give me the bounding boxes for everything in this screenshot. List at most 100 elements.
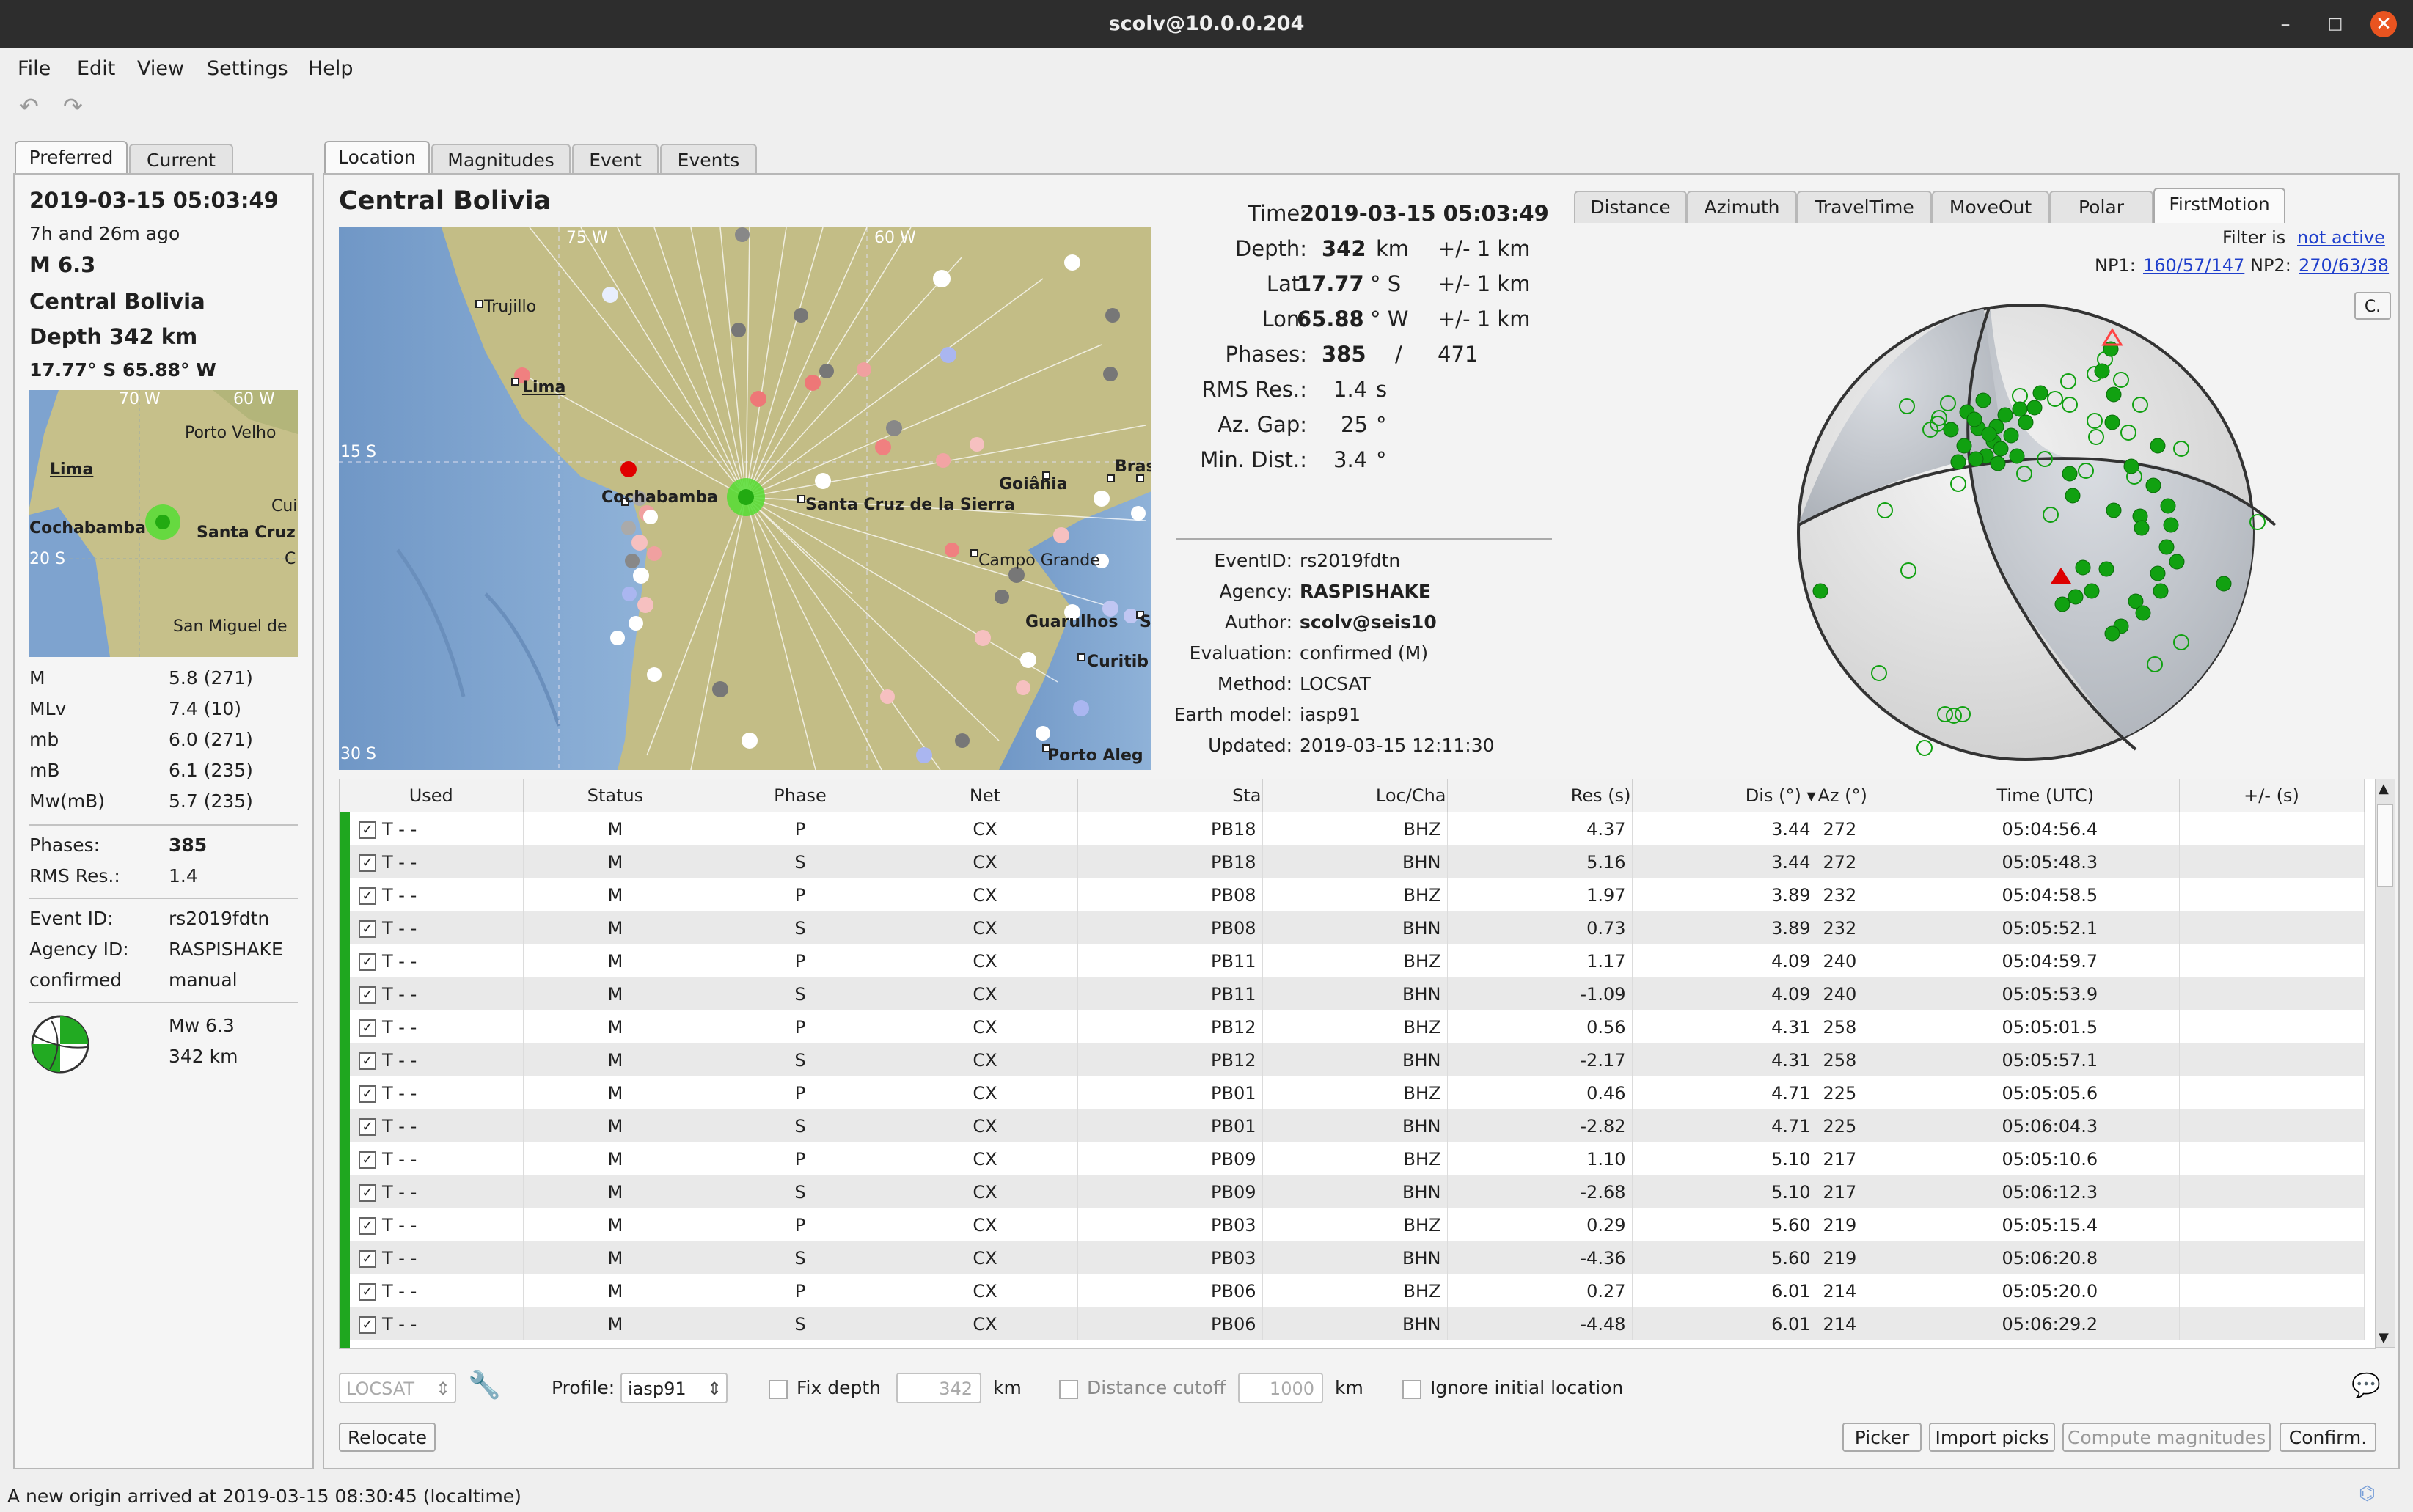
table-row[interactable]: ✓ T - - M P CX PB06 BHZ 0.27 6.01 214 05:05:20.0 [340, 1274, 2365, 1307]
tab-firstmotion[interactable]: FirstMotion [2153, 188, 2285, 223]
table-row[interactable]: ✓ T - - M S CX PB06 BHN -4.48 6.01 214 05:06:29.2 [340, 1307, 2365, 1340]
used-checkbox[interactable]: ✓ [359, 887, 376, 905]
close-button[interactable]: ✕ [2370, 11, 2397, 37]
cell-used[interactable]: ✓ T - - [340, 812, 524, 845]
cell-used[interactable]: ✓ T - - [340, 1076, 524, 1109]
col-err[interactable]: +/- (s) [2179, 779, 2365, 812]
used-checkbox[interactable]: ✓ [359, 1183, 376, 1202]
table-row[interactable]: ✓ T - - M P CX PB09 BHZ 1.10 5.10 217 05:05:10.6 [340, 1142, 2365, 1175]
used-checkbox[interactable]: ✓ [359, 1282, 376, 1301]
col-loccha[interactable]: Loc/Cha [1262, 779, 1448, 812]
col-net[interactable]: Net [893, 779, 1078, 812]
fix-depth-checkbox[interactable] [769, 1380, 788, 1399]
used-checkbox[interactable]: ✓ [359, 920, 376, 938]
used-checkbox[interactable]: ✓ [359, 1249, 376, 1268]
table-scrollbar[interactable]: ▲ ▼ [2375, 779, 2395, 1348]
scroll-thumb[interactable] [2377, 804, 2393, 887]
table-row[interactable]: ✓ T - - M P CX PB03 BHZ 0.29 5.60 219 05:05:15.4 [340, 1208, 2365, 1241]
cell-used[interactable]: ✓ T - - [340, 878, 524, 911]
table-row[interactable]: ✓ T - - M S CX PB12 BHN -2.17 4.31 258 05:05:57.1 [340, 1043, 2365, 1076]
tab-azimuth[interactable]: Azimuth [1687, 191, 1797, 223]
picker-button[interactable]: Picker [1842, 1423, 1922, 1452]
tab-traveltime[interactable]: TravelTime [1797, 191, 1932, 223]
used-checkbox[interactable]: ✓ [359, 854, 376, 872]
cell-used[interactable]: ✓ T - - [340, 1142, 524, 1175]
cell-used[interactable]: ✓ T - - [340, 1307, 524, 1340]
col-time[interactable]: Time (UTC) [1996, 779, 2180, 812]
table-row[interactable]: ✓ T - - M S CX PB11 BHN -1.09 4.09 240 05:05:53.9 [340, 977, 2365, 1010]
col-sta[interactable]: Sta [1077, 779, 1263, 812]
col-used[interactable]: Used [340, 779, 524, 812]
tab-polar[interactable]: Polar [2049, 191, 2153, 223]
cell-used[interactable]: ✓ T - - [340, 977, 524, 1010]
compute-magnitudes-button[interactable]: Compute magnitudes [2062, 1423, 2271, 1452]
tab-preferred[interactable]: Preferred [15, 141, 128, 176]
comment-icon[interactable]: 💬 [2351, 1371, 2381, 1399]
tab-location[interactable]: Location [324, 141, 430, 176]
cell-used[interactable]: ✓ T - - [340, 1109, 524, 1142]
menu-help[interactable]: Help [308, 57, 354, 80]
cell-used[interactable]: ✓ T - - [340, 1043, 524, 1076]
table-row[interactable]: ✓ T - - M P CX PB11 BHZ 1.17 4.09 240 05:04:59.7 [340, 944, 2365, 977]
distance-cutoff-checkbox[interactable] [1059, 1380, 1078, 1399]
cell-used[interactable]: ✓ T - - [340, 1241, 524, 1274]
table-row[interactable]: ✓ T - - M S CX PB01 BHN -2.82 4.71 225 05:06:04.3 [340, 1109, 2365, 1142]
filter-link[interactable]: not active [2297, 227, 2385, 248]
cell-used[interactable]: ✓ T - - [340, 911, 524, 944]
tab-magnitudes[interactable]: Magnitudes [431, 144, 571, 176]
table-row[interactable]: ✓ T - - M S CX PB08 BHN 0.73 3.89 232 05:05:52.1 [340, 911, 2365, 944]
cell-used[interactable]: ✓ T - - [340, 845, 524, 878]
used-checkbox[interactable]: ✓ [359, 986, 376, 1004]
used-checkbox[interactable]: ✓ [359, 1216, 376, 1235]
plot-options-button[interactable]: C. [2354, 292, 2391, 320]
tab-current[interactable]: Current [129, 144, 233, 176]
table-row[interactable]: ✓ T - - M P CX PB01 BHZ 0.46 4.71 225 05:05:05.6 [340, 1076, 2365, 1109]
used-checkbox[interactable]: ✓ [359, 1150, 376, 1169]
tab-events[interactable]: Events [660, 144, 757, 176]
confirm-button[interactable]: Confirm. [2280, 1423, 2376, 1452]
wrench-icon[interactable]: 🔧 [468, 1370, 501, 1401]
import-picks-button[interactable]: Import picks [1929, 1423, 2055, 1452]
used-checkbox[interactable]: ✓ [359, 1019, 376, 1037]
np1-link[interactable]: 160/57/147 [2143, 255, 2244, 276]
used-checkbox[interactable]: ✓ [359, 821, 376, 839]
table-row[interactable]: ✓ T - - M P CX PB18 BHZ 4.37 3.44 272 05:04:56.4 [340, 812, 2365, 845]
summary-map[interactable]: 70 W 60 W Porto Velho Lima Cui Cochabamb… [29, 390, 298, 657]
col-res[interactable]: Res (s) [1447, 779, 1633, 812]
minimize-button[interactable]: – [2272, 11, 2299, 37]
used-checkbox[interactable]: ✓ [359, 1085, 376, 1103]
maximize-button[interactable]: □ [2322, 11, 2348, 37]
col-az[interactable]: Az (°) [1817, 779, 1996, 812]
used-checkbox[interactable]: ✓ [359, 1052, 376, 1070]
menu-view[interactable]: View [137, 57, 184, 80]
tab-distance[interactable]: Distance [1574, 191, 1687, 223]
col-dis[interactable]: Dis (°) ▾ [1632, 779, 1817, 812]
scroll-up-icon[interactable]: ▲ [2379, 781, 2389, 796]
menu-file[interactable]: File [18, 57, 51, 80]
tab-event[interactable]: Event [572, 144, 659, 176]
locator-select[interactable]: LOCSAT ⇕ [339, 1373, 456, 1403]
relocate-button[interactable]: Relocate [339, 1423, 436, 1452]
fix-depth-input[interactable]: 342 [896, 1373, 981, 1403]
cell-used[interactable]: ✓ T - - [340, 1010, 524, 1043]
scroll-down-icon[interactable]: ▼ [2379, 1330, 2389, 1346]
table-row[interactable]: ✓ T - - M S CX PB18 BHN 5.16 3.44 272 05:05:48.3 [340, 845, 2365, 878]
table-row[interactable]: ✓ T - - M P CX PB08 BHZ 1.97 3.89 232 05:04:58.5 [340, 878, 2365, 911]
location-map[interactable]: 75 W 60 W Trujillo Lima 15 S Bras Goiâni… [339, 227, 1151, 770]
undo-icon[interactable]: ↶ [19, 92, 39, 120]
tab-moveout[interactable]: MoveOut [1932, 191, 2049, 223]
used-checkbox[interactable]: ✓ [359, 953, 376, 971]
used-checkbox[interactable]: ✓ [359, 1118, 376, 1136]
table-row[interactable]: ✓ T - - M S CX PB03 BHN -4.36 5.60 219 05:06:20.8 [340, 1241, 2365, 1274]
cell-used[interactable]: ✓ T - - [340, 1208, 524, 1241]
col-phase[interactable]: Phase [708, 779, 893, 812]
cell-used[interactable]: ✓ T - - [340, 1175, 524, 1208]
table-row[interactable]: ✓ T - - M P CX PB12 BHZ 0.56 4.31 258 05:05:01.5 [340, 1010, 2365, 1043]
menu-settings[interactable]: Settings [207, 57, 288, 80]
cell-used[interactable]: ✓ T - - [340, 944, 524, 977]
np2-link[interactable]: 270/63/38 [2299, 255, 2389, 276]
table-row[interactable]: ✓ T - - M S CX PB09 BHN -2.68 5.10 217 05:06:12.3 [340, 1175, 2365, 1208]
ignore-initial-checkbox[interactable] [1402, 1380, 1421, 1399]
distance-cutoff-input[interactable]: 1000 [1238, 1373, 1323, 1403]
profile-select[interactable]: iasp91 ⇕ [620, 1373, 728, 1403]
